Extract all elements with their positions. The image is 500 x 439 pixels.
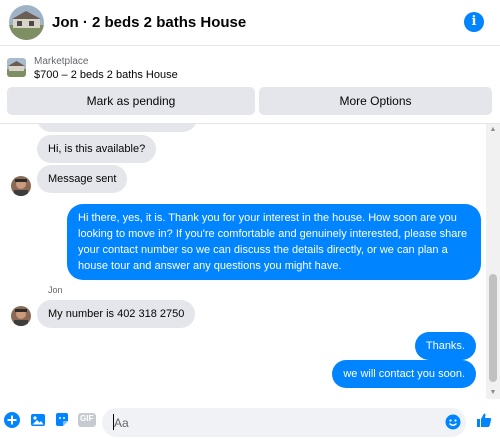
image-icon[interactable] bbox=[30, 412, 46, 428]
message-bubble-outgoing: we will contact you soon. bbox=[332, 360, 476, 388]
info-icon[interactable]: i bbox=[464, 12, 484, 32]
listing-title[interactable]: $700 – 2 beds 2 baths House bbox=[34, 69, 178, 81]
message-bubble-outgoing: Hi there, yes, it is. Thank you for your… bbox=[67, 204, 481, 280]
marketplace-label: Marketplace bbox=[34, 56, 89, 67]
sender-avatar[interactable] bbox=[11, 176, 31, 196]
message-bubble-incoming: Message sent bbox=[37, 165, 128, 193]
message-thread[interactable]: Hi, is this available? Message sent Hi t… bbox=[0, 124, 486, 399]
conversation-title[interactable]: Jon · 2 beds 2 baths House bbox=[52, 14, 246, 31]
listing-thumbnail[interactable] bbox=[7, 58, 26, 77]
message-input[interactable] bbox=[114, 413, 424, 432]
message-bubble-outgoing: Thanks. bbox=[414, 332, 476, 360]
thumbs-up-icon[interactable] bbox=[476, 412, 492, 428]
scrollbar[interactable]: ▲ ▼ bbox=[486, 124, 500, 399]
message-bubble-incoming: Hi, is this available? bbox=[37, 135, 157, 163]
mark-as-pending-button[interactable]: Mark as pending bbox=[7, 87, 255, 115]
message-bubble-incoming: My number is 402 318 2750 bbox=[37, 300, 196, 328]
sender-name: Jon bbox=[48, 285, 63, 295]
sticker-icon[interactable] bbox=[54, 412, 70, 428]
scroll-down-arrow-icon[interactable]: ▼ bbox=[486, 387, 500, 399]
message-input-container[interactable] bbox=[102, 408, 466, 437]
gif-label: GIF bbox=[80, 414, 94, 423]
sender-avatar[interactable] bbox=[11, 306, 31, 326]
plus-icon[interactable] bbox=[4, 412, 20, 428]
marketplace-card: Marketplace $700 – 2 beds 2 baths House … bbox=[0, 47, 500, 124]
message-bubble-partial bbox=[37, 124, 197, 132]
text-caret bbox=[113, 414, 114, 430]
scroll-up-arrow-icon[interactable]: ▲ bbox=[486, 124, 500, 136]
emoji-icon[interactable] bbox=[445, 414, 461, 430]
scroll-thumb[interactable] bbox=[489, 274, 497, 382]
more-options-button[interactable]: More Options bbox=[259, 87, 492, 115]
chat-header: Jon · 2 beds 2 baths House i bbox=[0, 0, 500, 46]
contact-avatar[interactable] bbox=[9, 5, 44, 40]
gif-icon[interactable]: GIF bbox=[78, 412, 96, 428]
